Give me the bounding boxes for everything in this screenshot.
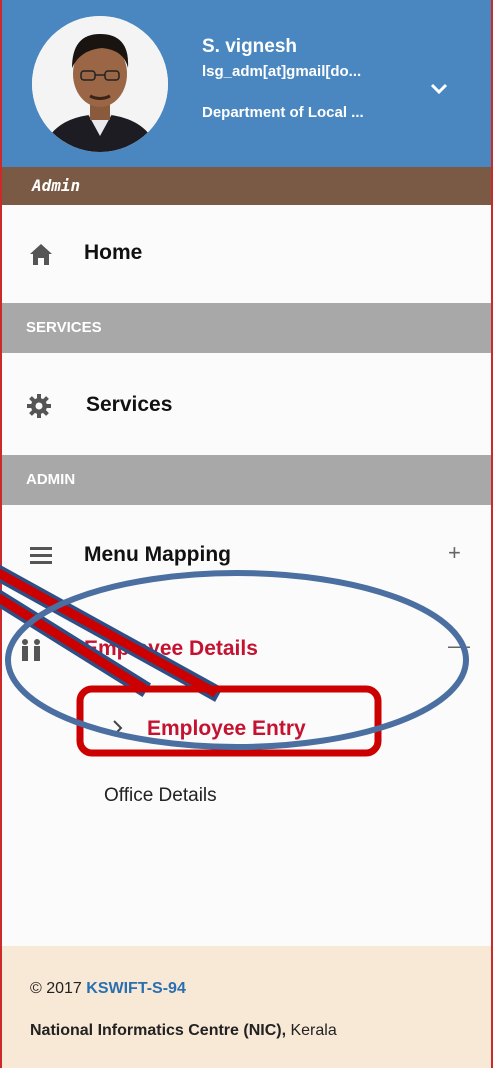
- organization: National Informatics Centre (NIC), Keral…: [30, 1022, 337, 1040]
- user-department: Department of Local ...: [202, 104, 364, 121]
- sidebar-item-label: Employee Details: [84, 637, 258, 660]
- copyright-year: © 2017: [30, 980, 82, 997]
- role-bar: Admin: [2, 167, 491, 205]
- role-label: Admin: [32, 176, 81, 195]
- organization-name: National Informatics Centre (NIC),: [30, 1022, 287, 1039]
- sidebar-item-menu-mapping[interactable]: Menu Mapping +: [2, 531, 491, 581]
- sidebar-item-employee-details[interactable]: Employee Details —: [2, 625, 491, 675]
- sidebar-item-services[interactable]: Services: [2, 381, 491, 431]
- people-icon: [22, 639, 40, 661]
- user-name: S. vignesh: [202, 36, 298, 57]
- section-header-services: SERVICES: [2, 303, 491, 353]
- avatar: [32, 16, 168, 152]
- chevron-right-icon: [113, 720, 123, 736]
- menu-icon: [30, 547, 52, 564]
- sidebar-item-label: Home: [84, 241, 143, 264]
- footer: © 2017 KSWIFT-S-94 National Informatics …: [2, 946, 491, 1068]
- collapse-toggle[interactable]: —: [448, 633, 470, 659]
- sidebar-item-label: Menu Mapping: [84, 543, 231, 566]
- section-label: ADMIN: [26, 471, 76, 488]
- expand-toggle[interactable]: +: [448, 540, 461, 566]
- section-header-admin: ADMIN: [2, 455, 491, 505]
- chevron-down-icon[interactable]: [430, 82, 448, 96]
- app-code-link[interactable]: KSWIFT-S-94: [86, 980, 186, 997]
- gear-icon: [27, 394, 51, 418]
- section-label: SERVICES: [26, 319, 102, 336]
- sidebar-item-home[interactable]: Home: [2, 229, 491, 279]
- home-icon: [30, 244, 52, 265]
- submenu-item-office-details[interactable]: Office Details: [104, 785, 217, 807]
- sidebar-item-label: Services: [86, 393, 173, 416]
- copyright: © 2017 KSWIFT-S-94: [30, 980, 186, 998]
- submenu-item-employee-entry[interactable]: Employee Entry: [147, 717, 306, 741]
- profile-header: S. vignesh lsg_adm[at]gmail[do... Depart…: [2, 0, 491, 167]
- user-email: lsg_adm[at]gmail[do...: [202, 63, 362, 80]
- organization-state: Kerala: [290, 1022, 337, 1039]
